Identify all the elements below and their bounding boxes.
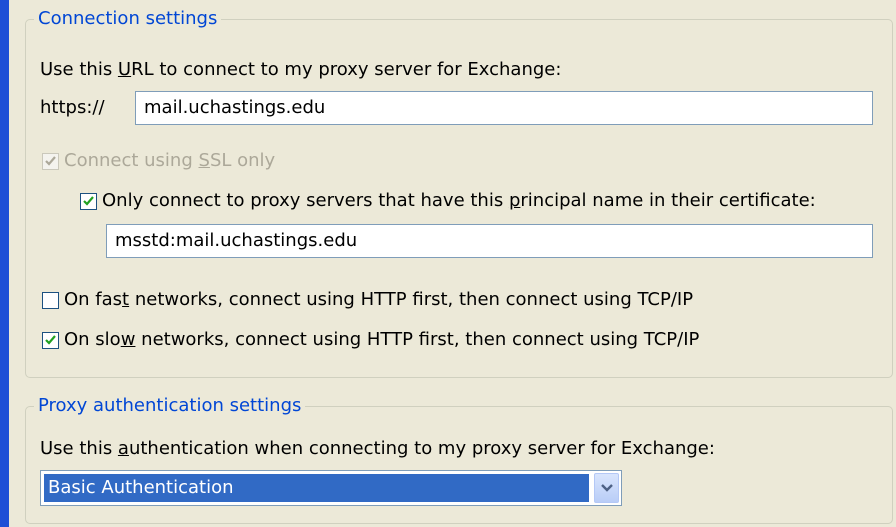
- proxy-auth-group: Proxy authentication settings: [25, 394, 893, 524]
- proxy-auth-title: Proxy authentication settings: [34, 394, 306, 418]
- chevron-down-icon: [601, 484, 613, 492]
- proxy-auth-dropdown[interactable]: Basic Authentication: [40, 470, 622, 506]
- proxy-url-label: Use this URL to connect to my proxy serv…: [40, 59, 562, 80]
- connection-settings-title: Connection settings: [34, 7, 222, 31]
- ssl-only-label: Connect using SSL only: [64, 150, 276, 171]
- proxy-auth-selected: Basic Authentication: [44, 474, 589, 502]
- ssl-only-checkbox[interactable]: [42, 153, 59, 170]
- principal-name-input[interactable]: msstd:mail.uchastings.edu: [106, 224, 873, 258]
- principal-name-checkbox[interactable]: [80, 193, 97, 210]
- proxy-url-input[interactable]: mail.uchastings.edu: [135, 91, 873, 125]
- checkmark-icon: [45, 156, 56, 166]
- checkmark-icon: [45, 335, 56, 345]
- dropdown-button[interactable]: [594, 473, 619, 503]
- slow-networks-label: On slow networks, connect using HTTP fir…: [64, 329, 700, 350]
- checkmark-icon: [83, 196, 94, 206]
- proxy-auth-label: Use this authentication when connecting …: [40, 438, 715, 459]
- fast-networks-checkbox[interactable]: [42, 292, 59, 309]
- principal-name-label: Only connect to proxy servers that have …: [102, 190, 816, 211]
- slow-networks-checkbox[interactable]: [42, 332, 59, 349]
- protocol-prefix: https://: [40, 97, 105, 118]
- window-left-border: [0, 0, 9, 527]
- exchange-proxy-settings-dialog: Connection settings Use this URL to conn…: [9, 0, 896, 527]
- fast-networks-label: On fast networks, connect using HTTP fir…: [64, 289, 694, 310]
